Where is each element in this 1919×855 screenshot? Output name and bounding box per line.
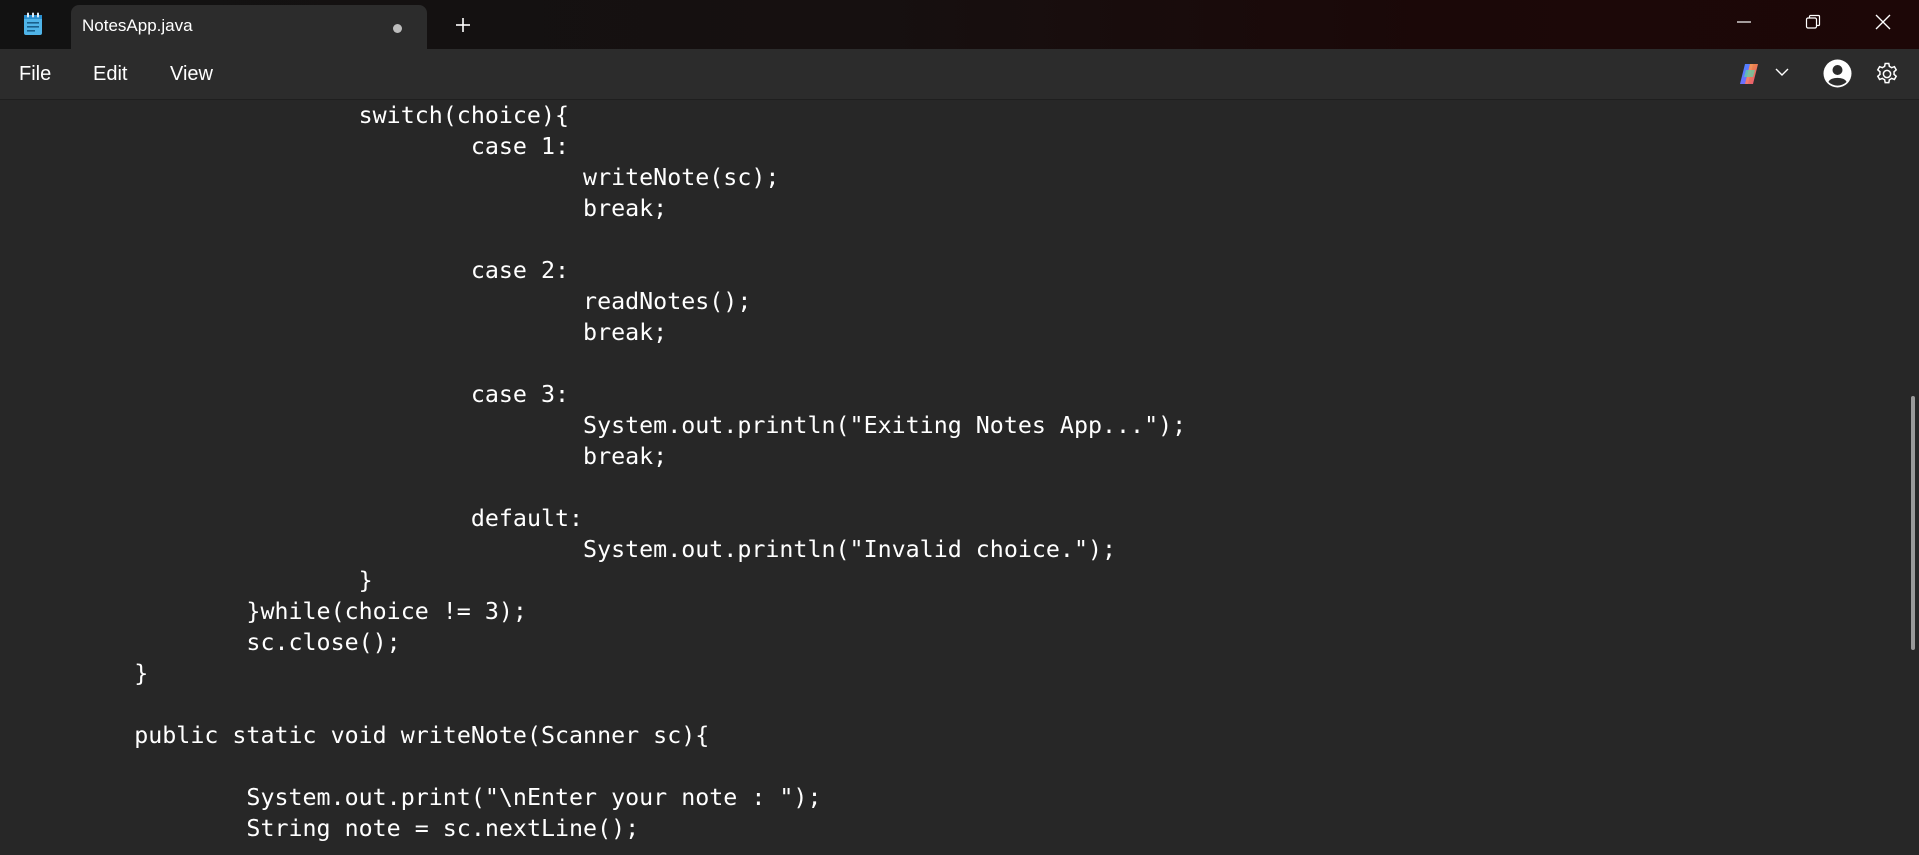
copilot-icon[interactable] [1736, 61, 1762, 87]
code-line: case 3: [22, 381, 570, 408]
menu-view[interactable]: View [170, 63, 213, 86]
tab-notesapp[interactable]: NotesApp.java [71, 5, 427, 49]
code-line: System.out.println("Exiting Notes App...… [22, 412, 1187, 439]
code-line: } [22, 660, 149, 687]
code-line: break; [22, 195, 668, 222]
menu-edit[interactable]: Edit [93, 63, 127, 86]
code-line: writeNote(sc); [22, 164, 780, 191]
unsaved-dot-icon[interactable] [393, 24, 402, 33]
code-line: }while(choice != 3); [22, 598, 527, 625]
minimize-button[interactable] [1714, 0, 1774, 44]
code-line: System.out.print("\nEnter your note : ")… [22, 784, 822, 811]
chevron-down-icon[interactable] [1775, 67, 1789, 77]
code-line: public static void writeNote(Scanner sc)… [22, 722, 710, 749]
plus-icon [456, 18, 470, 32]
maximize-button[interactable] [1783, 0, 1843, 44]
account-icon[interactable] [1823, 59, 1852, 88]
editor-text-area[interactable]: switch(choice){ case 1: writeNote(sc); b… [0, 100, 1910, 855]
gear-icon[interactable] [1874, 61, 1900, 87]
minimize-icon [1737, 21, 1751, 23]
code-line: sc.close(); [22, 629, 401, 656]
title-bar: NotesApp.java [0, 0, 1919, 49]
new-tab-button[interactable] [452, 14, 474, 36]
menu-file[interactable]: File [19, 63, 51, 86]
scrollbar-thumb[interactable] [1911, 396, 1915, 650]
menu-bar: File Edit View [0, 49, 1919, 100]
restore-icon [1805, 14, 1821, 29]
notepad-icon [24, 12, 42, 35]
code-line: String note = sc.nextLine(); [22, 815, 640, 842]
tab-title: NotesApp.java [82, 16, 193, 35]
close-button[interactable] [1853, 0, 1913, 44]
code-line: System.out.println("Invalid choice."); [22, 536, 1117, 563]
code-line: case 1: [22, 133, 570, 160]
code-line: case 2: [22, 257, 570, 284]
code-line: break; [22, 443, 668, 470]
code-line: default: [22, 505, 584, 532]
code-content[interactable]: switch(choice){ case 1: writeNote(sc); b… [22, 100, 1186, 844]
close-icon [1875, 14, 1891, 30]
code-line: break; [22, 319, 668, 346]
code-line: } [22, 567, 373, 594]
code-line: readNotes(); [22, 288, 752, 315]
code-line: switch(choice){ [22, 102, 570, 129]
